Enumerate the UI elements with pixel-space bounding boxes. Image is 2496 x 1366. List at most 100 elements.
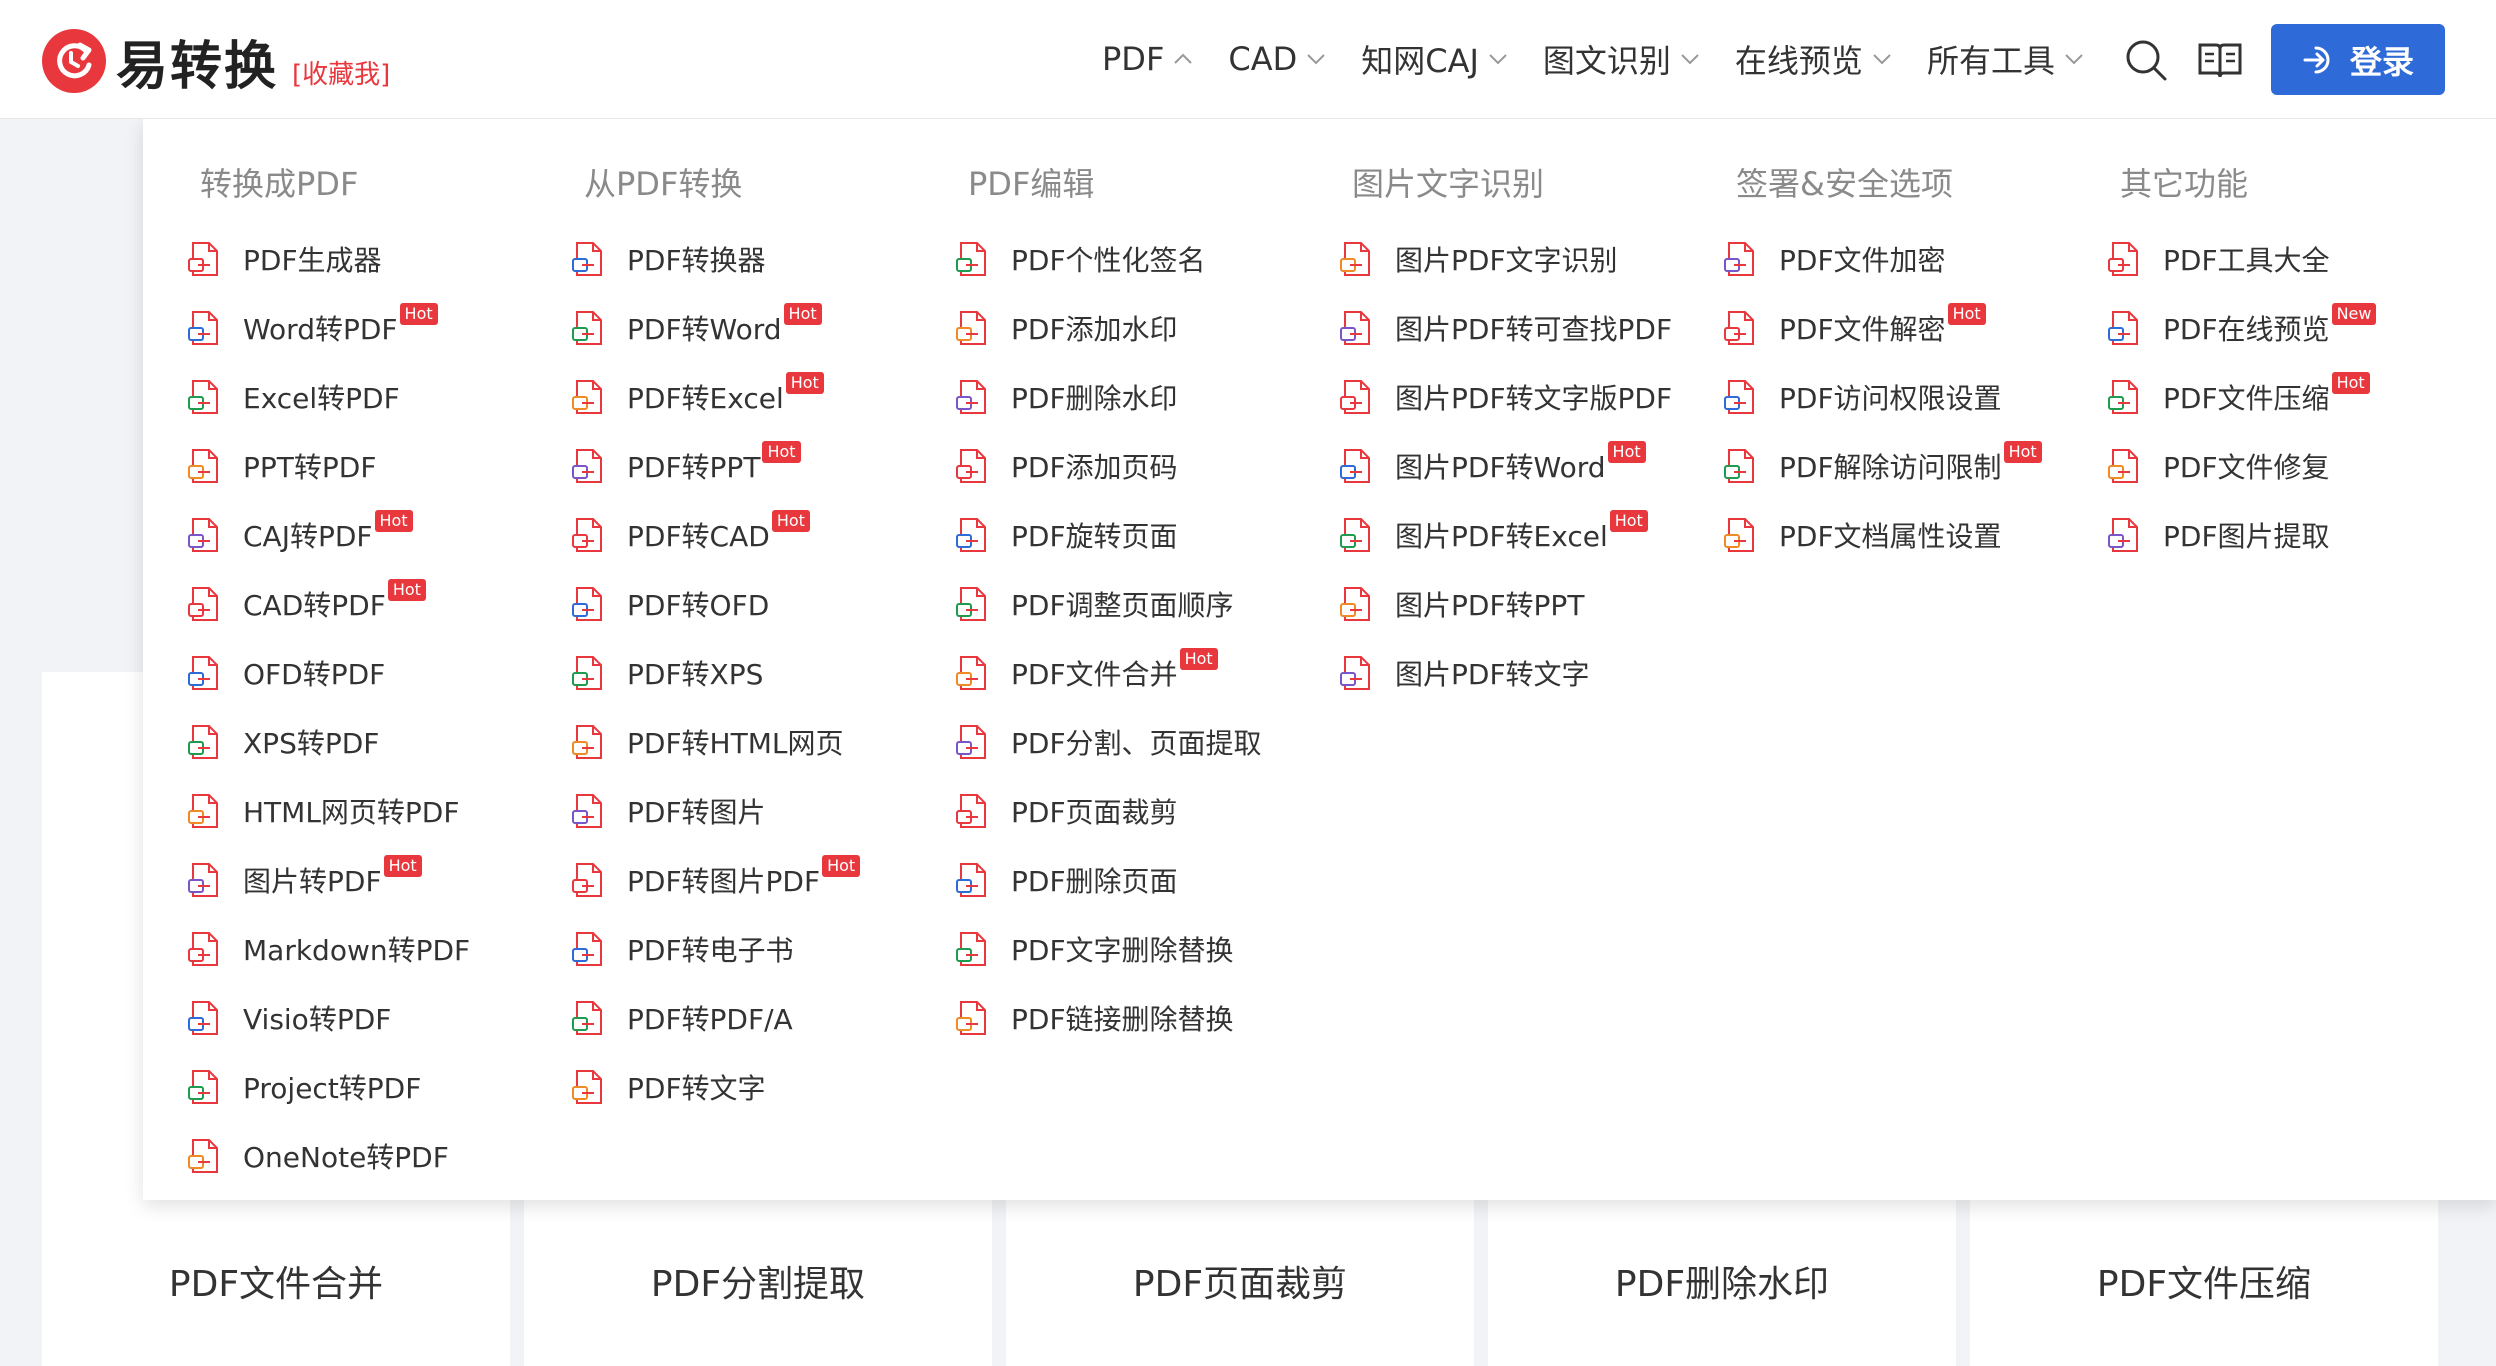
menu-item[interactable]: PDF个性化签名 bbox=[911, 224, 1295, 293]
permission-shield-icon bbox=[1724, 379, 1754, 414]
menu-item[interactable]: PDF转CAD Hot bbox=[527, 500, 911, 569]
menu-item[interactable]: Project转PDF bbox=[143, 1052, 527, 1121]
bottom-tab-compress[interactable]: PDF文件压缩 bbox=[1970, 1196, 2438, 1366]
menu-item[interactable]: Word转PDF Hot bbox=[143, 293, 527, 362]
menu-item[interactable]: PDF添加水印 bbox=[911, 293, 1295, 362]
nav-cad[interactable]: CAD bbox=[1228, 40, 1327, 78]
compress-icon bbox=[2108, 379, 2138, 414]
menu-item[interactable]: PDF删除页面 bbox=[911, 845, 1295, 914]
chevron-down-icon bbox=[1873, 54, 1891, 65]
bottom-tab-remove-watermark[interactable]: PDF删除水印 bbox=[1488, 1196, 1956, 1366]
menu-item[interactable]: PDF分割、页面提取 bbox=[911, 707, 1295, 776]
menu-item[interactable]: 图片PDF转文字版PDF bbox=[1295, 362, 1679, 431]
menu-item[interactable]: PDF添加页码 bbox=[911, 431, 1295, 500]
menu-item[interactable]: 图片PDF转Word Hot bbox=[1295, 431, 1679, 500]
menu-item[interactable]: XPS转PDF bbox=[143, 707, 527, 776]
pdf-preview-icon bbox=[2108, 310, 2138, 345]
menu-item[interactable]: PDF工具大全 bbox=[2063, 224, 2447, 293]
menu-item[interactable]: Excel转PDF bbox=[143, 362, 527, 431]
nav-all-tools-label: 所有工具 bbox=[1926, 42, 2055, 80]
menu-item[interactable]: PDF转XPS bbox=[527, 638, 911, 707]
menu-item[interactable]: PDF转图片 bbox=[527, 776, 911, 845]
menu-item[interactable]: PDF转Excel Hot bbox=[527, 362, 911, 431]
hot-badge: Hot bbox=[374, 509, 413, 532]
menu-item-label: PDF链接删除替换 bbox=[1011, 1002, 1234, 1036]
menu-item[interactable]: PDF转电子书 bbox=[527, 914, 911, 983]
site-logo[interactable]: 易转换 [收藏我] bbox=[42, 26, 390, 97]
pdf-to-text-icon bbox=[572, 1069, 602, 1104]
menu-item[interactable]: OneNote转PDF bbox=[143, 1121, 527, 1190]
menu-item[interactable]: PDF转换器 bbox=[527, 224, 911, 293]
login-button[interactable]: 登录 bbox=[2271, 24, 2445, 95]
menu-item[interactable]: OFD转PDF bbox=[143, 638, 527, 707]
menu-item[interactable]: PDF转PDF/A bbox=[527, 983, 911, 1052]
hot-badge: Hot bbox=[1179, 647, 1218, 670]
menu-item[interactable]: CAJ转PDF Hot bbox=[143, 500, 527, 569]
menu-item[interactable]: PDF文件解密 Hot bbox=[1679, 293, 2063, 362]
menu-item[interactable]: PDF文件修复 bbox=[2063, 431, 2447, 500]
menu-item[interactable]: PDF转HTML网页 bbox=[527, 707, 911, 776]
extract-image-icon bbox=[2108, 517, 2138, 552]
menu-item[interactable]: PDF旋转页面 bbox=[911, 500, 1295, 569]
menu-item[interactable]: HTML网页转PDF bbox=[143, 776, 527, 845]
menu-item-label: 图片PDF文字识别 bbox=[1395, 243, 1618, 277]
menu-item[interactable]: PDF转文字 bbox=[527, 1052, 911, 1121]
menu-item[interactable]: 图片PDF文字识别 bbox=[1295, 224, 1679, 293]
menu-item[interactable]: 图片PDF转Excel Hot bbox=[1295, 500, 1679, 569]
chevron-down-icon bbox=[2065, 54, 2083, 65]
nav-preview[interactable]: 在线预览 bbox=[1735, 36, 1893, 82]
bookmark-link[interactable]: [收藏我] bbox=[292, 54, 390, 91]
menu-item[interactable]: 图片PDF转可查找PDF bbox=[1295, 293, 1679, 362]
menu-item-label: PPT转PDF bbox=[243, 450, 377, 484]
menu-item[interactable]: PPT转PDF bbox=[143, 431, 527, 500]
book-icon[interactable] bbox=[2196, 36, 2244, 84]
bottom-tab-split[interactable]: PDF分割提取 bbox=[524, 1196, 992, 1366]
menu-column: 图片文字识别 图片PDF文字识别 图片PDF转可查找PDF 图片PDF转文字版PDF 图… bbox=[1295, 158, 1679, 707]
menu-item[interactable]: PDF文件压缩 Hot bbox=[2063, 362, 2447, 431]
menu-item[interactable]: CAD转PDF Hot bbox=[143, 569, 527, 638]
nav-caj[interactable]: 知网CAJ bbox=[1361, 36, 1509, 82]
menu-item[interactable]: 图片PDF转文字 bbox=[1295, 638, 1679, 707]
menu-item[interactable]: 图片PDF转PPT bbox=[1295, 569, 1679, 638]
menu-item[interactable]: PDF图片提取 bbox=[2063, 500, 2447, 569]
ocr-icon bbox=[1340, 241, 1370, 276]
delete-page-icon bbox=[956, 862, 986, 897]
menu-item[interactable]: PDF文件加密 bbox=[1679, 224, 2063, 293]
menu-item[interactable]: PDF转PPT Hot bbox=[527, 431, 911, 500]
menu-item[interactable]: PDF调整页面顺序 bbox=[911, 569, 1295, 638]
logo-refresh-icon bbox=[42, 29, 106, 93]
menu-column-title: 图片文字识别 bbox=[1352, 165, 1545, 203]
menu-item[interactable]: PDF文字删除替换 bbox=[911, 914, 1295, 983]
menu-item-label: PDF转HTML网页 bbox=[627, 726, 844, 760]
menu-item[interactable]: Visio转PDF bbox=[143, 983, 527, 1052]
menu-item[interactable]: PDF文档属性设置 bbox=[1679, 500, 2063, 569]
menu-item[interactable]: PDF访问权限设置 bbox=[1679, 362, 2063, 431]
nav-all-tools[interactable]: 所有工具 bbox=[1927, 36, 2085, 82]
properties-icon bbox=[1724, 517, 1754, 552]
bottom-tab-merge[interactable]: PDF文件合并 bbox=[42, 1196, 510, 1366]
nav-pdf[interactable]: PDF bbox=[1102, 40, 1194, 78]
menu-item[interactable]: PDF转图片PDF Hot bbox=[527, 845, 911, 914]
menu-item[interactable]: PDF文件合并 Hot bbox=[911, 638, 1295, 707]
search-icon[interactable] bbox=[2122, 36, 2170, 84]
menu-item[interactable]: PDF转OFD bbox=[527, 569, 911, 638]
menu-item-label: PDF解除访问限制 bbox=[1779, 450, 2002, 484]
menu-item[interactable]: PDF删除水印 bbox=[911, 362, 1295, 431]
menu-item[interactable]: 图片转PDF Hot bbox=[143, 845, 527, 914]
menu-item[interactable]: PDF在线预览 New bbox=[2063, 293, 2447, 362]
menu-item-label: 图片PDF转可查找PDF bbox=[1395, 312, 1673, 346]
menu-item[interactable]: PDF解除访问限制 Hot bbox=[1679, 431, 2063, 500]
menu-item[interactable]: PDF转Word Hot bbox=[527, 293, 911, 362]
menu-item[interactable]: Markdown转PDF bbox=[143, 914, 527, 983]
hot-badge: Hot bbox=[1607, 440, 1646, 463]
reorder-icon bbox=[956, 586, 986, 621]
image-pdf-word-icon bbox=[1340, 448, 1370, 483]
pdf-to-pdfa-icon bbox=[572, 1000, 602, 1035]
bottom-tab-crop[interactable]: PDF页面裁剪 bbox=[1006, 1196, 1474, 1366]
menu-item[interactable]: PDF页面裁剪 bbox=[911, 776, 1295, 845]
hot-badge: Hot bbox=[1947, 302, 1986, 325]
nav-ocr[interactable]: 图文识别 bbox=[1543, 36, 1701, 82]
menu-item-label: PDF文档属性设置 bbox=[1779, 519, 2002, 553]
menu-item[interactable]: PDF生成器 bbox=[143, 224, 527, 293]
menu-item[interactable]: PDF链接删除替换 bbox=[911, 983, 1295, 1052]
